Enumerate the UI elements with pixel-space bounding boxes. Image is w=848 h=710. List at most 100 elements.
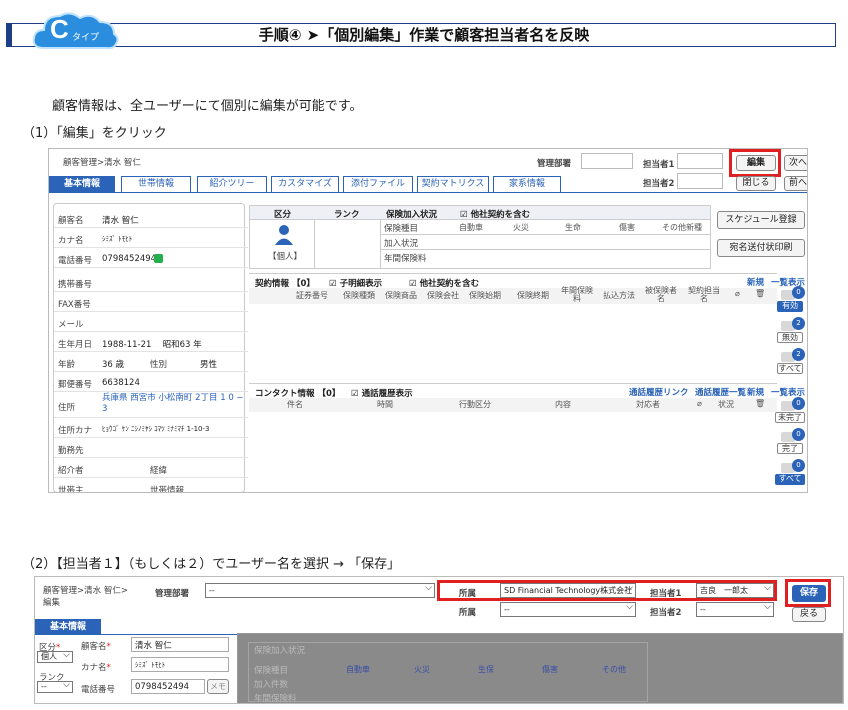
tab-referral-tree[interactable]: 紹介ツリー [197, 176, 267, 192]
field-label: 郵便番号 [58, 380, 93, 390]
tab-contract-matrix[interactable]: 契約マトリクス [417, 176, 489, 192]
filter-incomplete-button[interactable]: 未完了 [775, 412, 805, 423]
paperclip-icon: ⌀ [697, 399, 702, 408]
keii-label: 経緯 [150, 466, 168, 476]
breadcrumb: 顧客管理>清水 智仁> [43, 586, 128, 596]
field-label: 紹介者 [58, 466, 84, 476]
name-input[interactable] [131, 637, 229, 652]
hoken-col: 火災 [414, 665, 430, 674]
field-row: 顧客名 清水 智仁 [54, 208, 248, 228]
dept-field[interactable] [581, 153, 633, 169]
schedule-button[interactable]: スケジュール登録 [717, 211, 805, 229]
dept-label: 管理部署 [537, 159, 572, 169]
call-history-list-link[interactable]: 通話履歴一覧 [695, 386, 746, 398]
count-badge: 0 [792, 459, 805, 472]
tab-basic-info[interactable]: 基本情報 [35, 619, 101, 635]
field-label: 勤務先 [58, 446, 84, 456]
trash-icon[interactable]: 🗑 [755, 399, 765, 408]
address-link[interactable]: 兵庫県 西宮市 小松南町 2丁目 1 0 − 3 [102, 393, 244, 415]
tanto1-select[interactable]: 吉良 一郎太 [696, 583, 774, 598]
field-row: メール [54, 312, 248, 332]
filter-complete-button[interactable]: 完了 [777, 443, 803, 454]
tab-attachments[interactable]: 添付ファイル [343, 176, 413, 192]
gender-label: 性別 [150, 360, 168, 370]
field-label: カナ名 [58, 236, 84, 246]
tab-customize[interactable]: カスタマイズ [271, 176, 339, 192]
memo-button[interactable]: メモ [207, 679, 229, 694]
prev-button[interactable]: 前へ [784, 176, 807, 191]
kubun-select[interactable]: 個人 [37, 651, 73, 663]
next-button[interactable]: 次へ [784, 155, 807, 171]
close-button[interactable]: 閉じる [736, 176, 776, 191]
contract-col: 保険始期 [469, 291, 501, 300]
tel-input[interactable] [131, 679, 205, 694]
new-contract-link[interactable]: 新規 [747, 276, 764, 288]
hoken-row-label: 保険種目 [384, 224, 419, 234]
contact-col: 行動区分 [459, 400, 491, 409]
dept-select[interactable]: -- [205, 583, 435, 598]
divider [314, 220, 315, 268]
field-row: 年齢 36 歳 性別 男性 [54, 352, 248, 372]
field-label: 生年月日 [58, 340, 93, 350]
filter-inactive-button[interactable]: 無効 [777, 332, 803, 343]
customer-detail-screenshot: 顧客管理>清水 智仁 管理部署 担当者1 担当者2 編集 次へ 閉じる 前へ 基… [48, 148, 808, 493]
name-label: 顧客名* [81, 642, 111, 652]
intro-text: 顧客情報は、全ユーザーにて個別に編集が可能です。 [52, 99, 363, 114]
contract-col: 保険商品 [385, 291, 417, 300]
call-history-link[interactable]: 通話履歴リンク [629, 386, 689, 398]
field-label: 住所カナ [58, 426, 93, 436]
phone-icon[interactable] [154, 254, 163, 263]
kubun-header: 区分 [274, 210, 292, 220]
field-row: 紹介者 経緯 [54, 458, 248, 478]
field-label: 年齢 [58, 360, 76, 370]
trash-icon[interactable]: 🗑 [755, 289, 765, 298]
field-row: 住所 兵庫県 西宮市 小松南町 2丁目 1 0 − 3 [54, 392, 248, 418]
field-row: カナ名 ｼﾐｽﾞ ﾄﾓﾋﾄ [54, 228, 248, 248]
address-print-button[interactable]: 宛名送付状印刷 [717, 239, 805, 257]
hoken-row-label: 加入件数 [254, 680, 289, 690]
hoken-col: 自動車 [346, 665, 370, 674]
hoken-col: 生保 [478, 665, 494, 674]
tanto2-label: 担当者2 [643, 179, 675, 189]
rank-select[interactable]: -- [37, 681, 73, 693]
field-row: 勤務先 [54, 438, 248, 458]
disabled-panel: 保険加入状況 保険種目 加入件数 年間保険料 自動車 火災 生保 傷害 その他 [237, 633, 843, 703]
tab-family-info[interactable]: 家系情報 [493, 176, 561, 192]
tab-basic-info[interactable]: 基本情報 [49, 176, 115, 192]
tanto1-label: 担当者1 [643, 160, 675, 170]
other-contract-check[interactable]: ☑ 他社契約を含む [460, 208, 530, 220]
kana-input[interactable] [131, 657, 229, 672]
hoken-col: その他新種 [662, 223, 702, 232]
contract-col: 払込方法 [603, 291, 635, 300]
field-row: 携帯番号 [54, 272, 248, 292]
contact-col: 時間 [377, 400, 393, 409]
contact-col: 状況 [718, 400, 734, 409]
count-badge: 2 [792, 348, 805, 361]
field-value: 清水 智仁 [102, 216, 139, 226]
filter-all-button[interactable]: すべて [777, 363, 803, 374]
shozoku-label: 所属 [459, 589, 477, 599]
hoken-col: その他 [602, 665, 626, 674]
tanto2-select[interactable]: -- [696, 602, 774, 617]
filter-all-contact-button[interactable]: すべて [775, 474, 805, 485]
shozoku-select[interactable]: SD Financial Technology株式会社 [500, 583, 636, 598]
name-label-text: 顧客名 [81, 642, 107, 652]
back-button[interactable]: 戻る [792, 607, 826, 622]
tanto2-field[interactable] [677, 173, 723, 189]
new-contact-link[interactable]: 新規 [747, 386, 764, 398]
tab-household[interactable]: 世帯情報 [121, 176, 191, 192]
hoken-col: 自動車 [459, 223, 483, 232]
customer-edit-screenshot: 顧客管理>清水 智仁> 編集 管理部署 -- 所属 SD Financial T… [34, 576, 844, 704]
tab-underline [49, 192, 807, 193]
contract-col: 保険終期 [517, 291, 549, 300]
paperclip-icon: ⌀ [735, 289, 740, 298]
divider [381, 234, 711, 235]
shozoku2-select[interactable]: -- [500, 602, 636, 617]
filter-active-button[interactable]: 有効 [777, 301, 803, 312]
step2-label: （2）【担当者１】（もしくは２）でユーザー名を選択 → 「保存」 [22, 557, 401, 572]
setai-label: 世帯情報 [150, 486, 185, 493]
tanto1-field[interactable] [677, 153, 723, 169]
edit-highlight [729, 149, 781, 177]
person-icon [275, 225, 293, 245]
field-value: 6638124 [102, 378, 140, 388]
